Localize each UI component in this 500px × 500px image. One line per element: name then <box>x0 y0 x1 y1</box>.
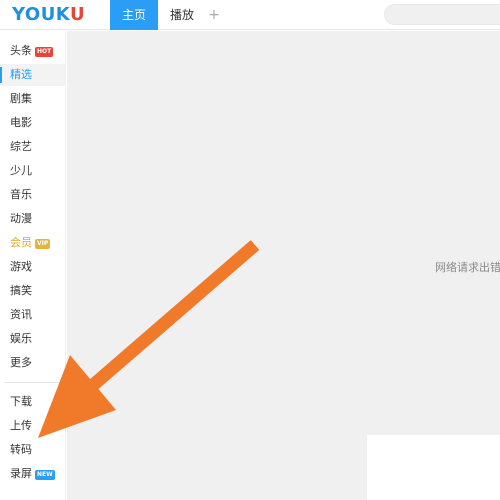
sidebar: 头条 HOT 精选 剧集 电影 综艺 少儿 音乐 动漫 会员 VIP 游戏 搞笑 资… <box>0 31 66 500</box>
search-input[interactable] <box>384 4 500 25</box>
vip-badge: VIP <box>35 239 51 249</box>
sidebar-item-label: 电影 <box>10 116 32 129</box>
sidebar-item-label: 娱乐 <box>10 332 32 345</box>
sidebar-item-anime[interactable]: 动漫 <box>0 208 66 230</box>
add-tab-icon[interactable]: + <box>205 0 223 30</box>
sidebar-divider <box>4 382 62 383</box>
sidebar-item-headlines[interactable]: 头条 HOT <box>0 40 66 62</box>
sidebar-item-entertainment[interactable]: 娱乐 <box>0 328 66 350</box>
sidebar-item-download[interactable]: 下载 <box>0 391 66 413</box>
tab-play[interactable]: 播放 <box>162 0 202 30</box>
sidebar-item-music[interactable]: 音乐 <box>0 184 66 206</box>
hot-badge: HOT <box>35 47 54 57</box>
sidebar-item-label: 游戏 <box>10 260 32 273</box>
youku-logo[interactable]: YOUKU <box>12 3 85 27</box>
sidebar-item-label: 综艺 <box>10 140 32 153</box>
tab-home[interactable]: 主页 <box>110 0 158 30</box>
sidebar-item-membership[interactable]: 会员 VIP <box>0 232 66 254</box>
sidebar-item-label: 录屏 <box>10 467 32 480</box>
sidebar-item-label: 精选 <box>10 68 32 81</box>
sidebar-item-variety[interactable]: 综艺 <box>0 136 66 158</box>
sidebar-item-label: 资讯 <box>10 308 32 321</box>
sidebar-item-label: 动漫 <box>10 212 32 225</box>
sidebar-item-more[interactable]: 更多 <box>0 352 66 374</box>
content-blank-area <box>367 435 500 500</box>
network-error-message: 网络请求出错哦 <box>435 261 500 274</box>
sidebar-item-upload[interactable]: 上传 <box>0 415 66 437</box>
sidebar-item-news[interactable]: 资讯 <box>0 304 66 326</box>
sidebar-item-label: 剧集 <box>10 92 32 105</box>
new-badge: NEW <box>35 470 55 480</box>
sidebar-item-funny[interactable]: 搞笑 <box>0 280 66 302</box>
sidebar-item-label: 搞笑 <box>10 284 32 297</box>
sidebar-item-kids[interactable]: 少儿 <box>0 160 66 182</box>
top-bar: YOUKU 主页 播放 + <box>0 0 500 30</box>
sidebar-item-label: 少儿 <box>10 164 32 177</box>
sidebar-item-featured[interactable]: 精选 <box>0 64 66 86</box>
sidebar-item-series[interactable]: 剧集 <box>0 88 66 110</box>
sidebar-item-movies[interactable]: 电影 <box>0 112 66 134</box>
sidebar-item-screen-record[interactable]: 录屏 NEW <box>0 463 66 485</box>
sidebar-item-label: 更多 <box>10 356 32 369</box>
sidebar-item-label: 音乐 <box>10 188 32 201</box>
sidebar-item-label: 下载 <box>10 395 32 408</box>
sidebar-item-transcode[interactable]: 转码 <box>0 439 66 461</box>
sidebar-item-label: 会员 <box>10 236 32 249</box>
sidebar-item-label: 上传 <box>10 419 32 432</box>
sidebar-item-games[interactable]: 游戏 <box>0 256 66 278</box>
sidebar-item-label: 头条 <box>10 44 32 57</box>
sidebar-item-label: 转码 <box>10 443 32 456</box>
